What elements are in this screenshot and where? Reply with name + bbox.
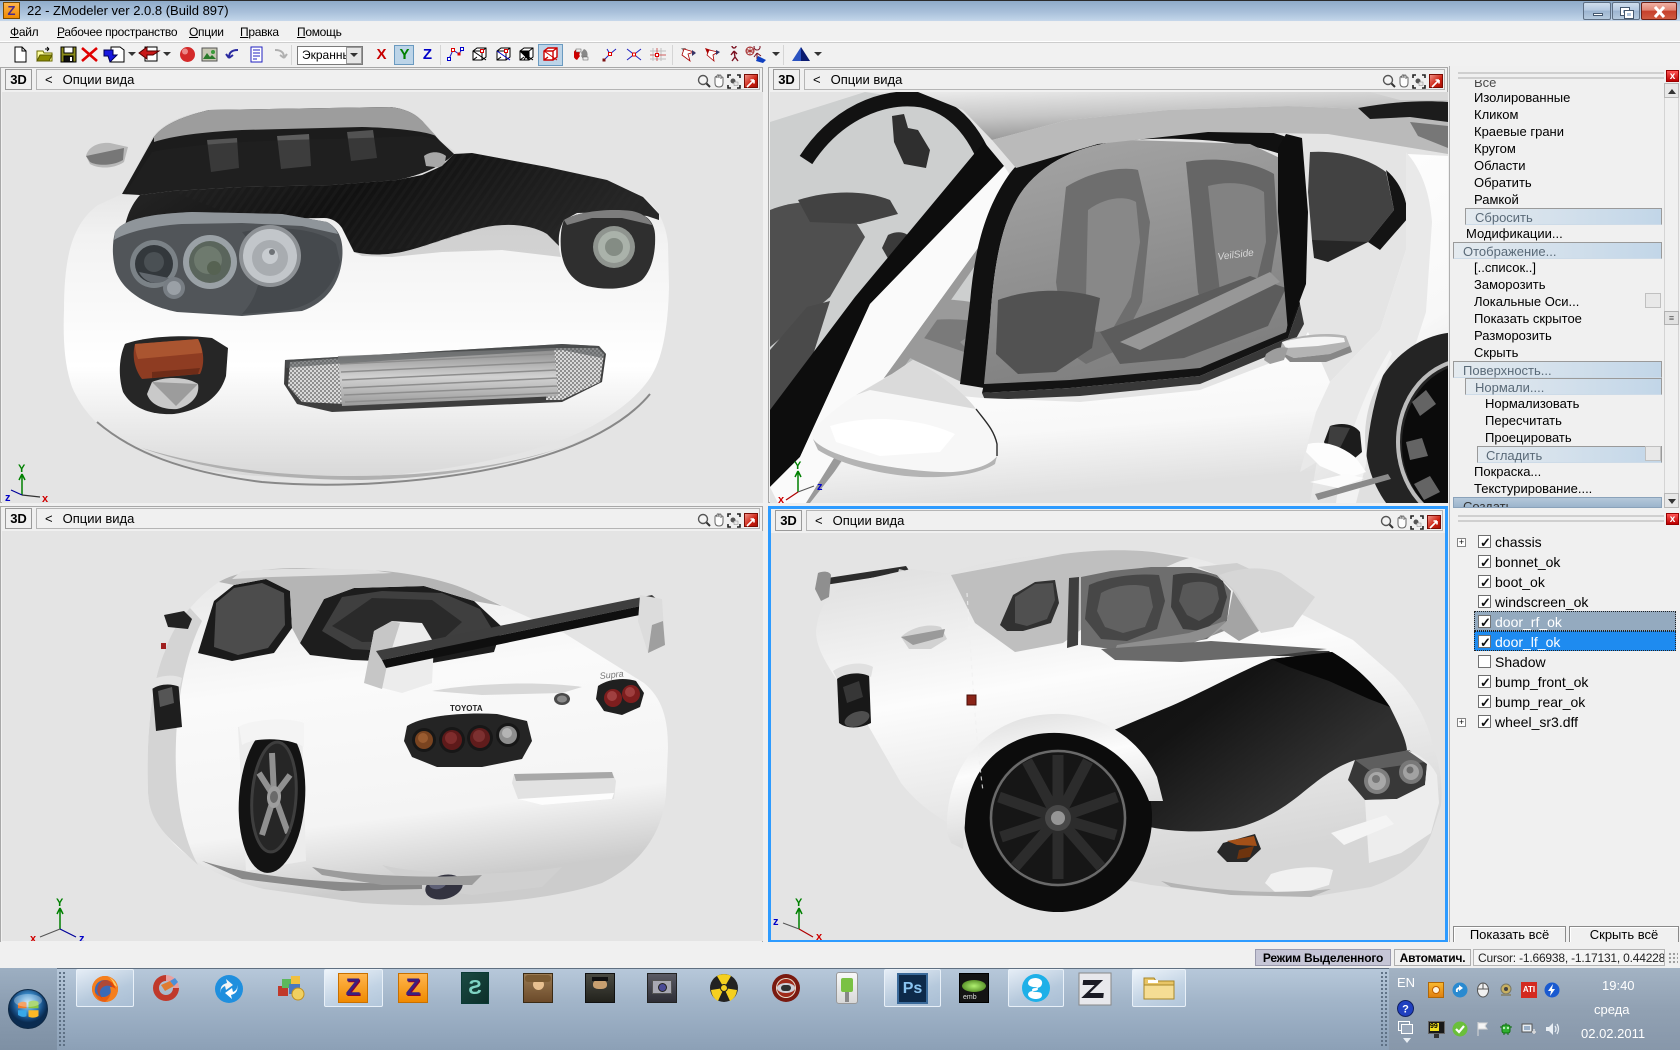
svg-text:z: z (79, 933, 85, 941)
svg-text:Y: Y (56, 897, 64, 909)
svg-text:z: z (5, 492, 11, 503)
svg-text:?: ? (1402, 1004, 1409, 1016)
svg-text:z: z (773, 916, 779, 928)
svg-text:TOYOTA: TOYOTA (450, 704, 483, 713)
svg-text:x: x (778, 494, 785, 503)
svg-text:x: x (42, 493, 49, 503)
svg-text:x: x (816, 931, 823, 940)
svg-text:Y: Y (18, 463, 26, 475)
svg-text:x: x (30, 933, 37, 941)
svg-text:Y: Y (795, 897, 803, 909)
svg-text:Y: Y (794, 460, 802, 472)
svg-text:z: z (817, 481, 823, 493)
